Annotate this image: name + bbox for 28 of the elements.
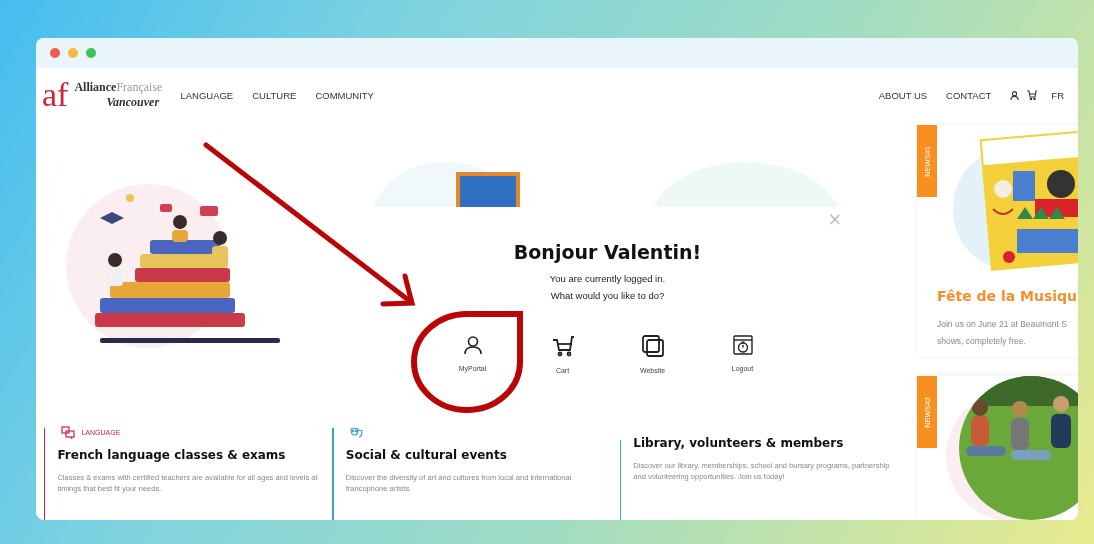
nav-link[interactable]: CULTURE	[252, 89, 297, 101]
news-text: Join us on June 21 at Beaumont S	[937, 319, 1067, 329]
nav-link[interactable]: ABOUT US	[878, 89, 928, 101]
modal-text: You are currently logged in.	[549, 273, 666, 284]
user-icon[interactable]	[1010, 90, 1020, 100]
logo-text[interactable]: AllianceFrançaise	[74, 80, 163, 95]
user-icon	[462, 335, 483, 355]
window-dot[interactable]	[50, 48, 60, 58]
nav-link[interactable]: CONTACT	[946, 89, 992, 101]
locale-link[interactable]: FR	[1051, 89, 1064, 101]
logo-mark[interactable]: af	[40, 75, 71, 115]
modal-title: Bonjour Valentin!	[513, 241, 702, 263]
cart-icon[interactable]	[1027, 90, 1038, 100]
speech-bubbles-icon	[61, 425, 76, 439]
card-title[interactable]: French language classes & exams	[57, 448, 318, 462]
windows-icon	[641, 335, 664, 357]
card-title[interactable]: Library, volunteers & members	[633, 436, 901, 450]
cart-icon	[551, 335, 574, 357]
masks-icon	[349, 426, 363, 438]
window-dot[interactable]	[86, 48, 96, 58]
card-title[interactable]: Social & cultural events	[345, 448, 606, 462]
nav-link[interactable]: COMMUNITY	[315, 89, 374, 101]
window-dot[interactable]	[68, 48, 78, 58]
stopwatch-icon	[732, 335, 753, 355]
news-text: shows, completely free.	[937, 336, 1026, 346]
logo-city[interactable]: Vancouver	[74, 95, 163, 110]
modal-text: What would you like to do?	[550, 290, 665, 301]
nav-link[interactable]: LANGUAGE	[180, 89, 234, 101]
